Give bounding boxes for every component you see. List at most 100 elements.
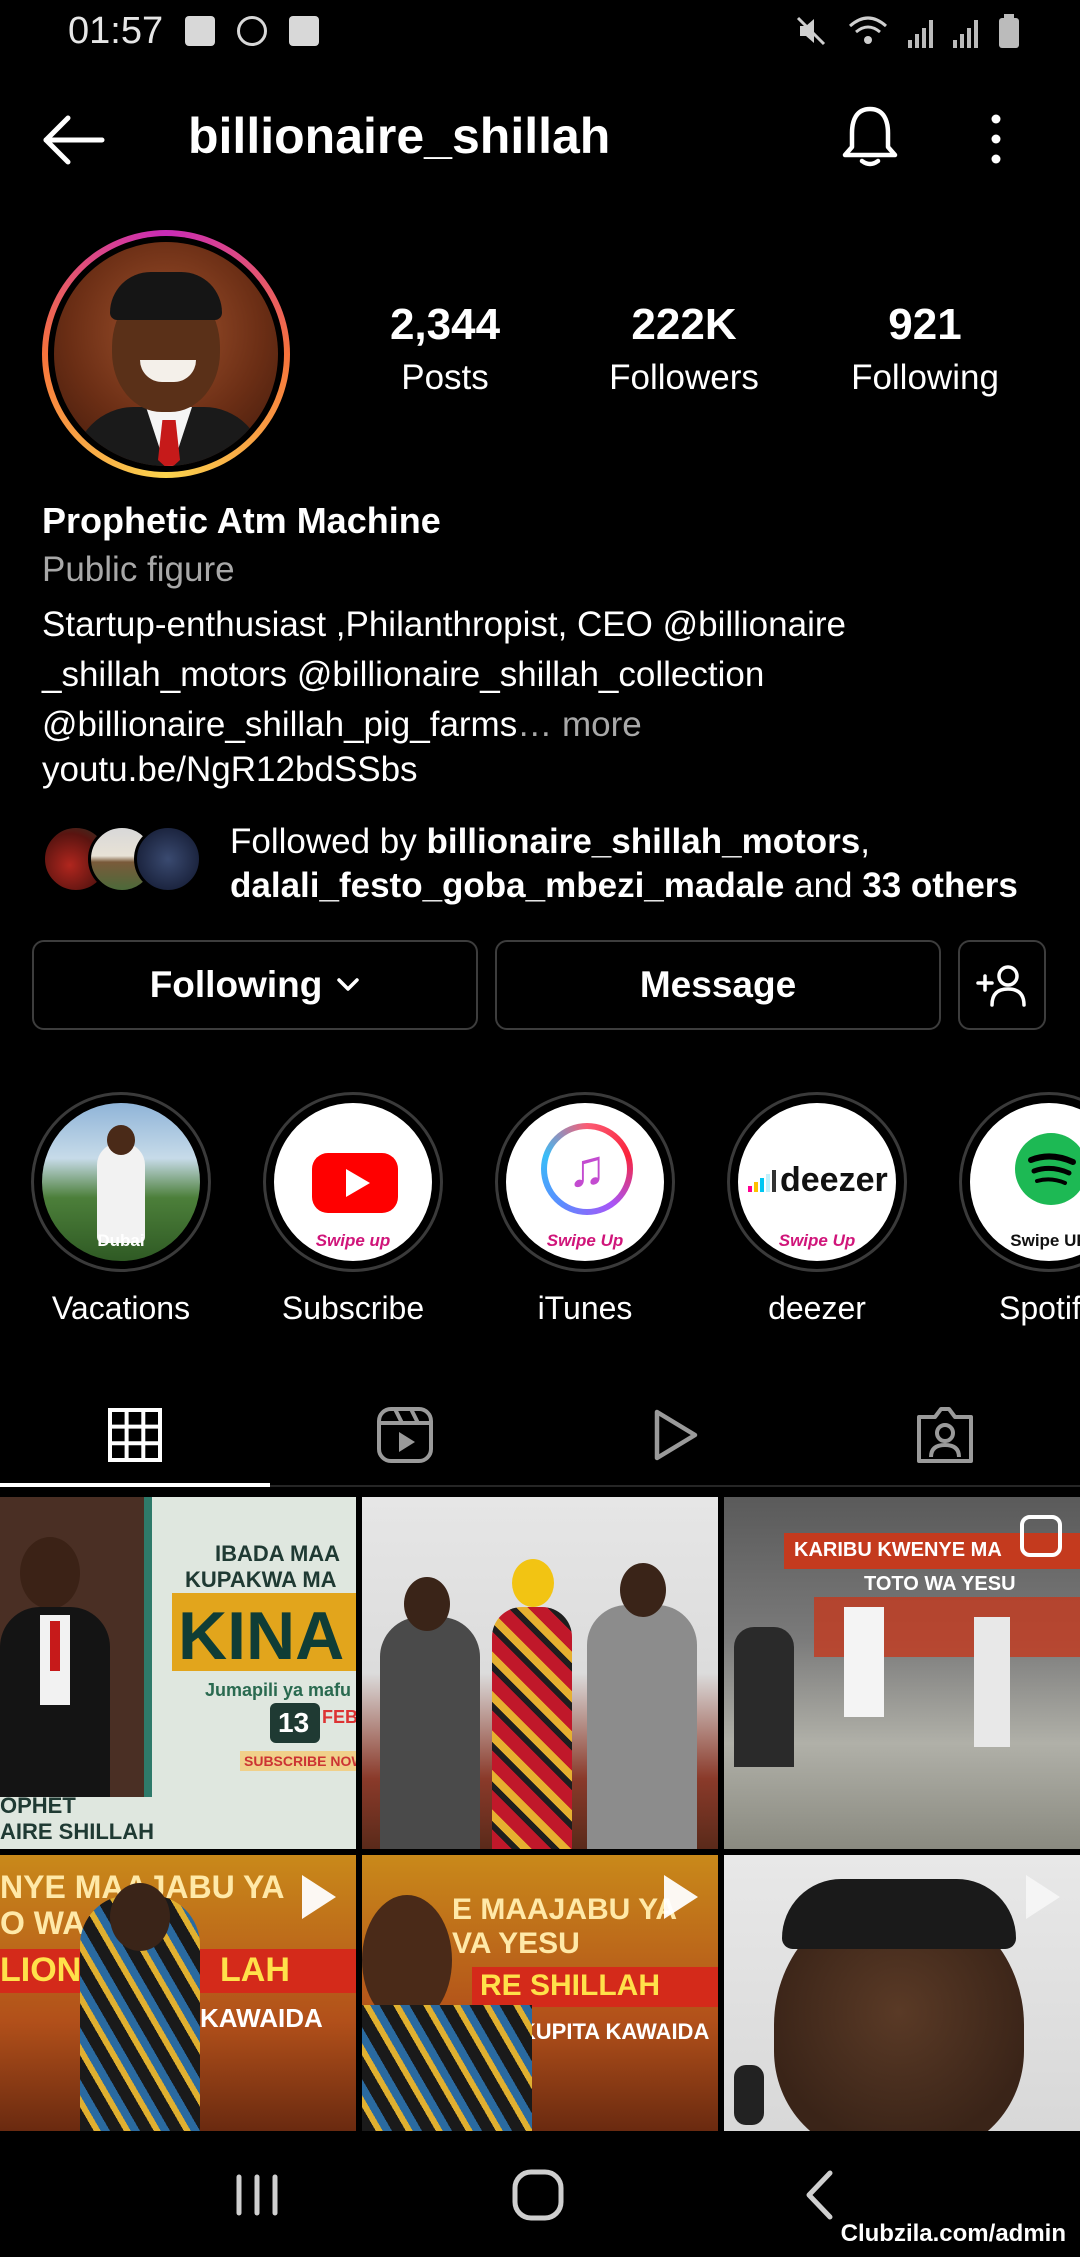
followed-by-prefix: Followed by — [230, 822, 427, 861]
video-play-icon — [664, 1875, 698, 1919]
highlight-overlay-text: Swipe UP — [1010, 1231, 1080, 1250]
mutual-avatar — [134, 825, 202, 893]
highlight-cover: deezer Swipe Up — [738, 1103, 896, 1261]
tab-videos[interactable] — [540, 1385, 810, 1485]
message-button[interactable]: Message — [495, 940, 941, 1030]
highlight-itunes[interactable]: ♫ Swipe Up iTunes — [495, 1092, 675, 1327]
status-time: 01:57 — [68, 10, 164, 52]
mute-icon — [796, 16, 826, 46]
avatar-photo — [54, 242, 278, 466]
profile-link[interactable]: youtu.be/NgR12bdSSbs — [42, 750, 418, 790]
highlight-label: deezer — [768, 1290, 866, 1326]
post-text: VA YESU — [452, 1927, 580, 1960]
post-text: TOTO WA YESU — [864, 1573, 1016, 1595]
following-count-label: Following — [851, 358, 999, 397]
signal-2-icon — [953, 18, 978, 48]
post-text: 13 — [278, 1707, 310, 1738]
header-username: billionaire_shillah — [188, 108, 611, 164]
profile-avatar[interactable] — [42, 230, 290, 478]
suggested-users-button[interactable] — [958, 940, 1046, 1030]
wifi-icon — [849, 16, 887, 44]
profile-category: Public figure — [42, 550, 235, 589]
post-thumbnail[interactable]: IBADA MAA KUPAKWA MA KINA Jumapili ya ma… — [0, 1497, 356, 1849]
highlight-cover: Swipe UP — [970, 1103, 1080, 1261]
followers-count-value: 222K — [631, 300, 737, 349]
highlight-overlay-text: Swipe Up — [778, 1231, 856, 1250]
followers-count-label: Followers — [609, 358, 759, 397]
followed-by-text[interactable]: Followed by billionaire_shillah_motors, … — [230, 820, 1050, 908]
highlight-deezer[interactable]: deezer Swipe Up deezer — [727, 1092, 907, 1327]
post-text: KAWAIDA — [200, 2003, 323, 2033]
following-button[interactable]: Following — [32, 940, 478, 1030]
post-text: E MAAJABU YA — [452, 1893, 678, 1926]
grid-icon — [108, 1408, 162, 1462]
video-play-icon — [1026, 1875, 1060, 1919]
tab-posts-grid[interactable] — [0, 1385, 270, 1485]
post-text: KARIBU KWENYE MA — [794, 1539, 1002, 1561]
highlight-overlay-text: Dubai — [97, 1231, 145, 1250]
gallery-notification-icon — [185, 16, 215, 46]
followed-by-separator: , — [860, 822, 870, 861]
signal-1-icon — [908, 18, 933, 48]
recent-apps-icon[interactable] — [222, 2165, 292, 2225]
post-thumbnail[interactable] — [362, 1497, 718, 1849]
back-arrow-icon[interactable] — [40, 113, 106, 167]
bio-more-link[interactable]: … more — [517, 705, 641, 744]
active-tab-indicator — [0, 1483, 270, 1487]
highlight-label: Vacations — [51, 1290, 191, 1326]
post-text: IBADA MAA — [215, 1541, 341, 1566]
watermark: Clubzila.com/admin — [840, 2220, 1066, 2247]
deezer-wordmark: deezer — [780, 1161, 888, 1199]
status-bar: 01:57 — [0, 0, 1080, 70]
message-button-label: Message — [639, 964, 797, 1005]
following-count-value: 921 — [888, 300, 962, 349]
reel-icon — [1020, 1515, 1062, 1557]
highlight-cover: Dubai — [42, 1103, 200, 1261]
highlight-spotify[interactable]: Swipe UP Spotif — [959, 1092, 1080, 1327]
bio-line-text: @billionaire_shillah_pig_farms — [42, 705, 518, 744]
tab-reels[interactable] — [270, 1385, 540, 1485]
bio-line: @billionaire_shillah_pig_farms… more — [42, 700, 1042, 750]
bio-line: Startup-enthusiast ,Philanthropist, CEO … — [42, 605, 846, 644]
play-icon — [654, 1409, 698, 1461]
more-options-icon[interactable] — [980, 111, 1012, 167]
checkbox-notification-icon — [289, 16, 319, 46]
posts-count-value: 2,344 — [389, 300, 501, 349]
highlight-vacations[interactable]: Dubai Vacations — [31, 1092, 211, 1327]
post-text: SUBSCRIBE NOW — [240, 1751, 356, 1771]
display-name: Prophetic Atm Machine — [42, 500, 441, 541]
bell-icon[interactable] — [840, 103, 900, 169]
followed-by-user: billionaire_shillah_motors — [426, 822, 861, 861]
post-text: Jumapili ya mafu — [205, 1680, 352, 1700]
bio-line: _shillah_motors @billionaire_shillah_col… — [42, 655, 765, 694]
tagged-person-icon — [917, 1407, 973, 1463]
profile-header: billionaire_shillah — [0, 95, 1080, 185]
followed-by-others: 33 others — [862, 866, 1018, 905]
following-count[interactable]: 921 Following — [840, 300, 1010, 398]
posts-count-label: Posts — [401, 358, 489, 397]
post-thumbnail[interactable]: E MAAJABU YA VA YESU RE SHILLAH RU KUPIT… — [362, 1855, 718, 2131]
home-icon[interactable] — [503, 2165, 573, 2225]
highlight-label: iTunes — [537, 1290, 633, 1326]
post-text: RE SHILLAH — [480, 1969, 660, 2002]
followed-by-avatars[interactable] — [42, 825, 212, 895]
back-nav-icon[interactable] — [785, 2165, 855, 2225]
highlight-cover: ♫ Swipe Up — [506, 1103, 664, 1261]
tab-tagged[interactable] — [810, 1385, 1080, 1485]
post-thumbnail[interactable] — [724, 1855, 1080, 2131]
post-text: KINA — [178, 1598, 345, 1674]
highlight-label: Spotif — [999, 1290, 1080, 1326]
video-play-icon — [302, 1875, 336, 1919]
spotify-icon — [1015, 1133, 1080, 1205]
post-thumbnail[interactable]: KARIBU KWENYE MA TOTO WA YESU — [724, 1497, 1080, 1849]
clock-notification-icon — [237, 16, 267, 46]
posts-count[interactable]: 2,344 Posts — [380, 300, 510, 398]
post-thumbnail[interactable]: NYE MAAJABU YA O WA YE LIONAIRE LAH KAWA… — [0, 1855, 356, 2131]
following-button-label: Following — [149, 964, 323, 1005]
battery-icon — [999, 14, 1019, 48]
highlight-subscribe[interactable]: Swipe up Subscribe — [263, 1092, 443, 1327]
post-text: OPHET — [0, 1793, 76, 1818]
followers-count[interactable]: 222K Followers — [595, 300, 773, 398]
profile-bio: Startup-enthusiast ,Philanthropist, CEO … — [42, 600, 1042, 750]
notification-icons — [185, 16, 319, 46]
